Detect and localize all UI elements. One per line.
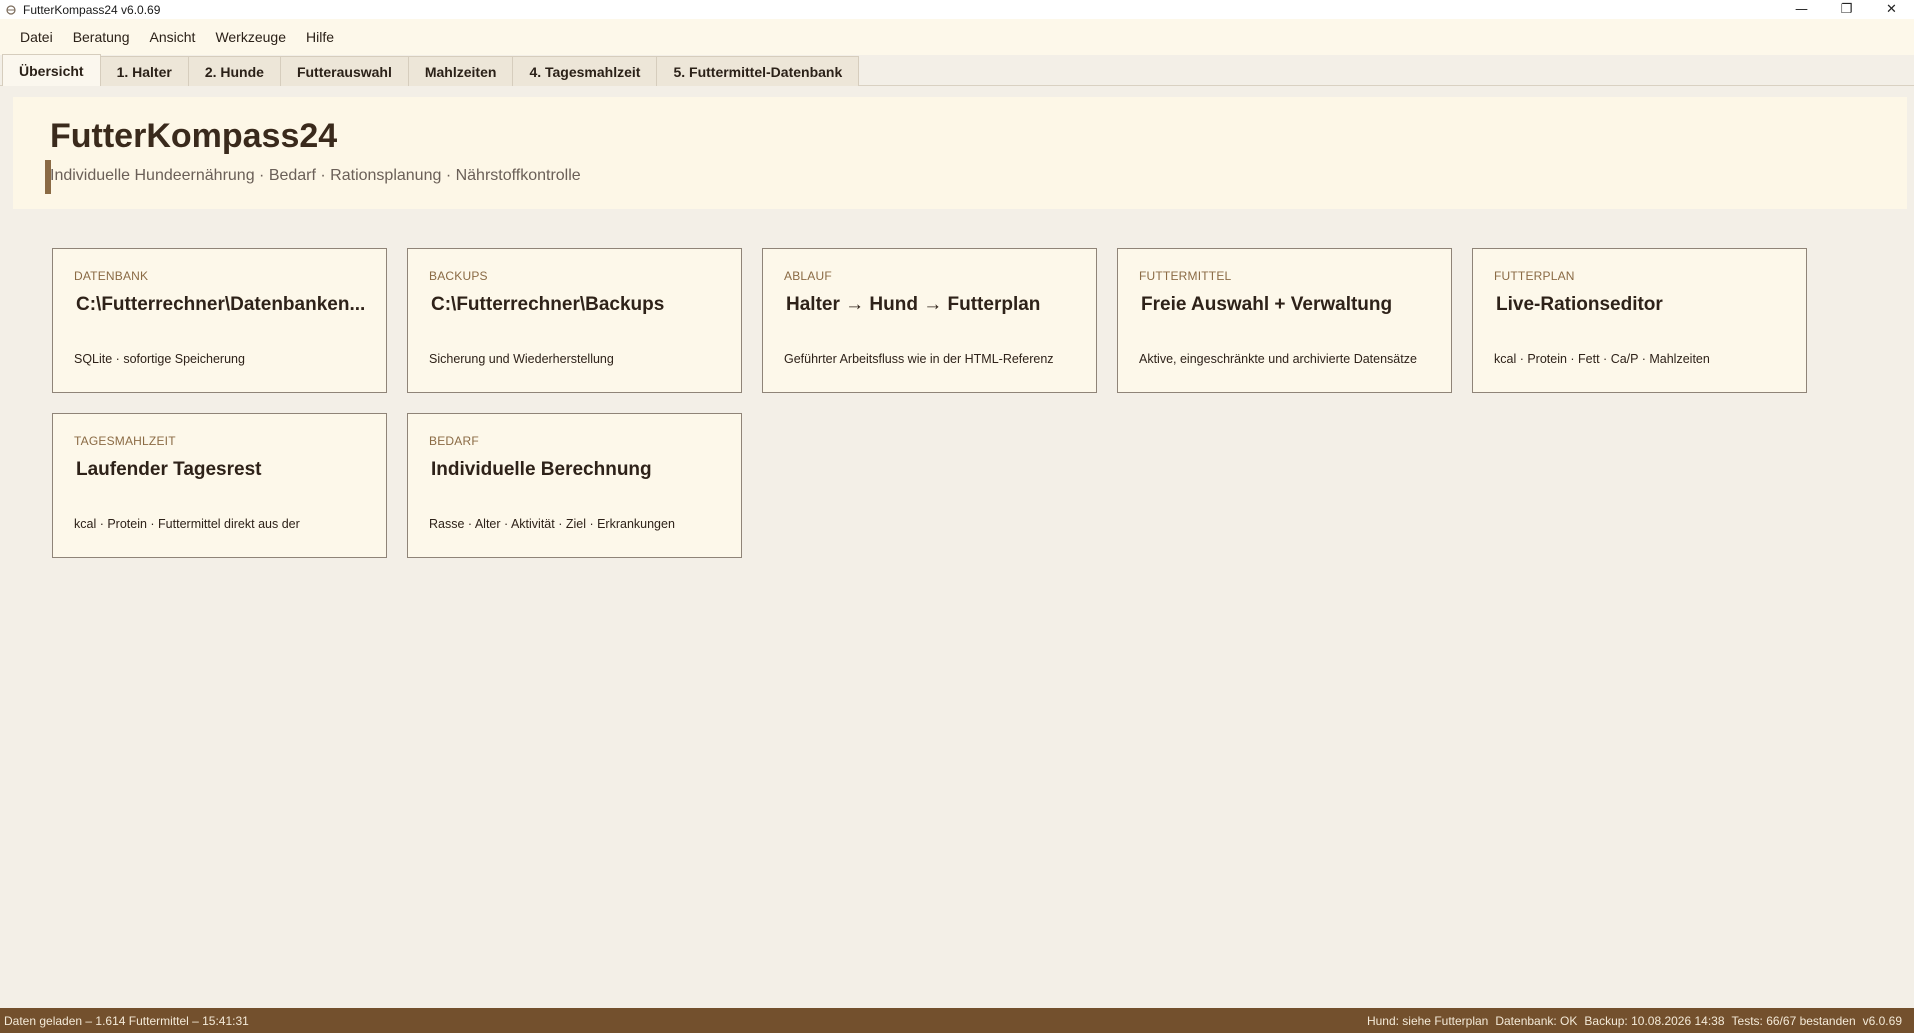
card-ablauf[interactable]: ABLAUF Halter → Hund → Futterplan Geführ… [762,248,1097,393]
card-description: Rasse · Alter · Aktivität · Ziel · Erkra… [429,517,675,531]
card-description: Sicherung und Wiederherstellung [429,352,614,366]
menu-beratung[interactable]: Beratung [63,19,140,55]
menu-hilfe[interactable]: Hilfe [296,19,344,55]
card-label: DATENBANK [74,269,149,283]
status-tests: Tests: 66/67 bestanden [1731,1013,1856,1028]
tab-mahlzeiten[interactable]: Mahlzeiten [407,56,514,86]
status-version: v6.0.69 [1862,1013,1902,1028]
close-button[interactable]: ✕ [1869,0,1914,19]
status-backup: Backup: 10.08.2026 14:38 [1584,1013,1725,1028]
title-bar: FutterKompass24 v6.0.69 — ❐ ✕ [0,0,1914,19]
app-icon [5,4,17,16]
page-subtitle: Individuelle Hundeernährung · Bedarf · R… [50,167,581,184]
tab-uebersicht[interactable]: Übersicht [2,54,101,86]
tab-hunde[interactable]: 2. Hunde [187,56,281,86]
card-tagesmahlzeit[interactable]: TAGESMAHLZEIT Laufender Tagesrest kcal ·… [52,413,387,558]
card-label: FUTTERPLAN [1494,269,1575,283]
overview-header: FutterKompass24 Individuelle Hundeernähr… [13,97,1907,209]
card-description: kcal · Protein · Fett · Ca/P · Mahlzeite… [1494,352,1710,366]
card-bedarf[interactable]: BEDARF Individuelle Berechnung Rasse · A… [407,413,742,558]
card-label: BACKUPS [429,269,488,283]
card-backups[interactable]: BACKUPS C:\Futterrechner\Backups Sicheru… [407,248,742,393]
menu-werkzeuge[interactable]: Werkzeuge [205,19,296,55]
card-value: Laufender Tagesrest [76,459,262,480]
menu-ansicht[interactable]: Ansicht [140,19,206,55]
card-futterplan[interactable]: FUTTERPLAN Live-Rationseditor kcal · Pro… [1472,248,1807,393]
card-label: TAGESMAHLZEIT [74,434,176,448]
status-datenbank: Datenbank: OK [1495,1013,1578,1028]
card-label: ABLAUF [784,269,832,283]
window-title: FutterKompass24 v6.0.69 [23,2,161,17]
card-datenbank[interactable]: DATENBANK C:\Futterrechner\Datenbanken..… [52,248,387,393]
tab-halter[interactable]: 1. Halter [99,56,189,86]
card-label: BEDARF [429,434,479,448]
tab-tagesmahlzeit[interactable]: 4. Tagesmahlzeit [512,56,658,86]
card-value: C:\Futterrechner\Datenbanken... [76,294,366,315]
card-value: Individuelle Berechnung [431,459,652,480]
card-description: SQLite · sofortige Speicherung [74,352,245,366]
tab-futterauswahl[interactable]: Futterauswahl [279,56,409,86]
card-value: C:\Futterrechner\Backups [431,294,665,315]
card-description: Aktive, eingeschränkte und archivierte D… [1139,352,1417,366]
status-bar: Daten geladen – 1.614 Futtermittel – 15:… [0,1008,1914,1033]
card-value: Live-Rationseditor [1496,294,1663,315]
minimize-button[interactable]: — [1779,0,1824,19]
menu-datei[interactable]: Datei [10,19,63,55]
status-hund: Hund: siehe Futterplan [1366,1013,1489,1028]
card-value: Freie Auswahl + Verwaltung [1141,294,1393,315]
page-title: FutterKompass24 [50,117,338,155]
tab-futtermittel-datenbank[interactable]: 5. Futtermittel-Datenbank [656,56,860,86]
card-futtermittel[interactable]: FUTTERMITTEL Freie Auswahl + Verwaltung … [1117,248,1452,393]
tab-bar: Übersicht 1. Halter 2. Hunde Futterauswa… [0,54,1914,86]
restore-button[interactable]: ❐ [1824,0,1869,19]
card-description: Geführter Arbeitsfluss wie in der HTML-R… [784,352,1054,366]
menu-bar: Datei Beratung Ansicht Werkzeuge Hilfe [0,19,1914,55]
card-value: Halter → Hund → Futterplan [786,294,1041,315]
card-label: FUTTERMITTEL [1139,269,1232,283]
status-message: Daten geladen – 1.614 Futtermittel – 15:… [4,1013,249,1028]
card-description: kcal · Protein · Futtermittel direkt aus… [74,517,300,531]
